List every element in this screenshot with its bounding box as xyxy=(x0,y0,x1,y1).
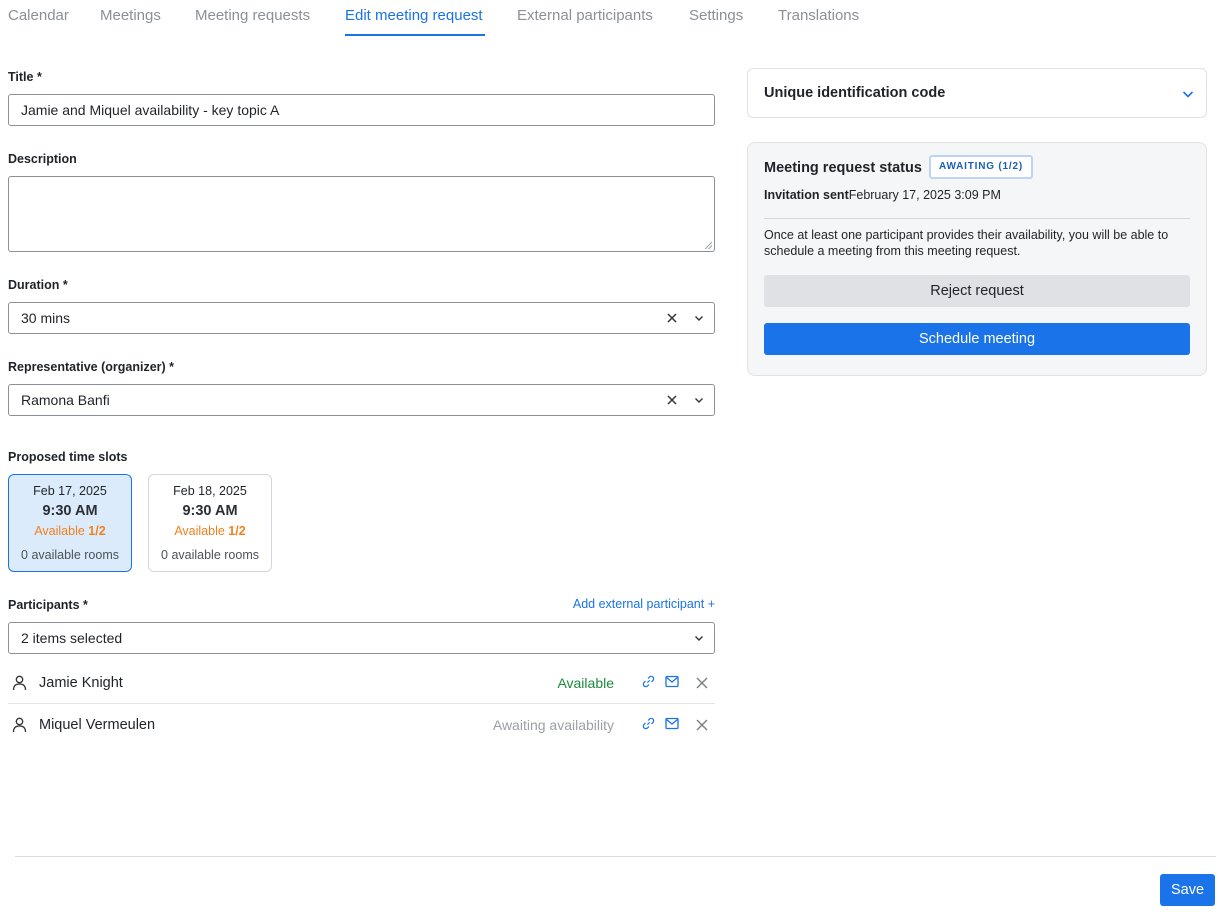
clear-duration-icon[interactable] xyxy=(666,312,678,324)
chevron-down-icon xyxy=(1182,91,1194,98)
schedule-meeting-button[interactable]: Schedule meeting xyxy=(764,323,1190,355)
duration-label: Duration * xyxy=(8,278,68,292)
invitation-sent-value: February 17, 2025 3:09 PM xyxy=(848,188,1001,202)
participant-row: Jamie Knight Available xyxy=(8,662,715,704)
slot-rooms: 0 available rooms xyxy=(161,548,259,562)
participant-row: Miquel Vermeulen Awaiting availability xyxy=(8,704,715,746)
tab-translations[interactable]: Translations xyxy=(778,7,859,24)
chevron-down-icon[interactable] xyxy=(694,313,704,323)
duration-select[interactable]: 30 mins xyxy=(8,302,715,334)
tab-meetings[interactable]: Meetings xyxy=(100,7,161,24)
slot-rooms: 0 available rooms xyxy=(21,548,119,562)
divider xyxy=(764,218,1190,219)
participants-value: 2 items selected xyxy=(21,630,123,646)
footer-divider xyxy=(15,856,1216,857)
representative-value: Ramona Banfi xyxy=(21,392,110,408)
title-label: Title * xyxy=(8,70,42,84)
unique-id-accordion[interactable]: Unique identification code xyxy=(747,68,1207,118)
description-textarea[interactable] xyxy=(8,176,715,252)
mail-icon[interactable] xyxy=(665,717,679,730)
status-badge: AWAITING (1/2) xyxy=(929,155,1033,179)
participant-name: Jamie Knight xyxy=(39,675,123,691)
tab-edit-meeting-request[interactable]: Edit meeting request xyxy=(345,7,483,24)
title-input-value: Jamie and Miquel availability - key topi… xyxy=(21,102,280,118)
time-slots-label: Proposed time slots xyxy=(8,450,128,464)
participants-label: Participants * xyxy=(8,598,88,612)
slot-date: Feb 18, 2025 xyxy=(173,484,247,498)
person-icon xyxy=(12,675,27,691)
slot-availability: Available 1/2 xyxy=(174,524,246,538)
link-icon[interactable] xyxy=(641,716,656,731)
chevron-down-icon[interactable] xyxy=(694,633,704,643)
resize-handle-icon[interactable] xyxy=(704,241,712,249)
link-icon[interactable] xyxy=(641,674,656,689)
participant-name: Miquel Vermeulen xyxy=(39,717,156,733)
tab-settings[interactable]: Settings xyxy=(689,7,743,24)
participant-status: Available xyxy=(557,675,614,691)
save-button[interactable]: Save xyxy=(1160,874,1215,906)
unique-id-title: Unique identification code xyxy=(764,85,946,101)
description-label: Description xyxy=(8,152,77,166)
invitation-sent-row: Invitation sentFebruary 17, 2025 3:09 PM xyxy=(764,188,1001,202)
status-panel-title: Meeting request status xyxy=(764,160,922,176)
representative-select[interactable]: Ramona Banfi xyxy=(8,384,715,416)
slot-date: Feb 17, 2025 xyxy=(33,484,107,498)
remove-participant-icon[interactable] xyxy=(696,719,708,731)
tab-meeting-requests[interactable]: Meeting requests xyxy=(195,7,310,24)
tab-calendar[interactable]: Calendar xyxy=(8,7,69,24)
mail-icon[interactable] xyxy=(665,675,679,688)
time-slot-card[interactable]: Feb 17, 2025 9:30 AM Available 1/2 0 ava… xyxy=(8,474,132,572)
tab-external-participants[interactable]: External participants xyxy=(517,7,653,24)
slot-time: 9:30 AM xyxy=(42,503,98,519)
time-slot-card[interactable]: Feb 18, 2025 9:30 AM Available 1/2 0 ava… xyxy=(148,474,272,572)
participants-select[interactable]: 2 items selected xyxy=(8,622,715,654)
slot-availability: Available 1/2 xyxy=(34,524,106,538)
duration-value: 30 mins xyxy=(21,310,71,326)
clear-representative-icon[interactable] xyxy=(666,394,678,406)
remove-participant-icon[interactable] xyxy=(696,677,708,689)
active-tab-indicator xyxy=(345,34,485,36)
meeting-request-status-panel: Meeting request status AWAITING (1/2) In… xyxy=(747,142,1207,376)
person-icon xyxy=(12,717,27,733)
add-external-participant-link[interactable]: Add external participant + xyxy=(573,597,715,611)
chevron-down-icon[interactable] xyxy=(694,395,704,405)
participant-status: Awaiting availability xyxy=(492,717,614,733)
invitation-sent-label: Invitation sent xyxy=(764,188,849,202)
representative-label: Representative (organizer) * xyxy=(8,360,175,374)
reject-request-button[interactable]: Reject request xyxy=(764,275,1190,307)
title-input[interactable]: Jamie and Miquel availability - key topi… xyxy=(8,94,715,126)
status-info-text: Once at least one participant provides t… xyxy=(764,228,1169,258)
slot-time: 9:30 AM xyxy=(182,503,238,519)
